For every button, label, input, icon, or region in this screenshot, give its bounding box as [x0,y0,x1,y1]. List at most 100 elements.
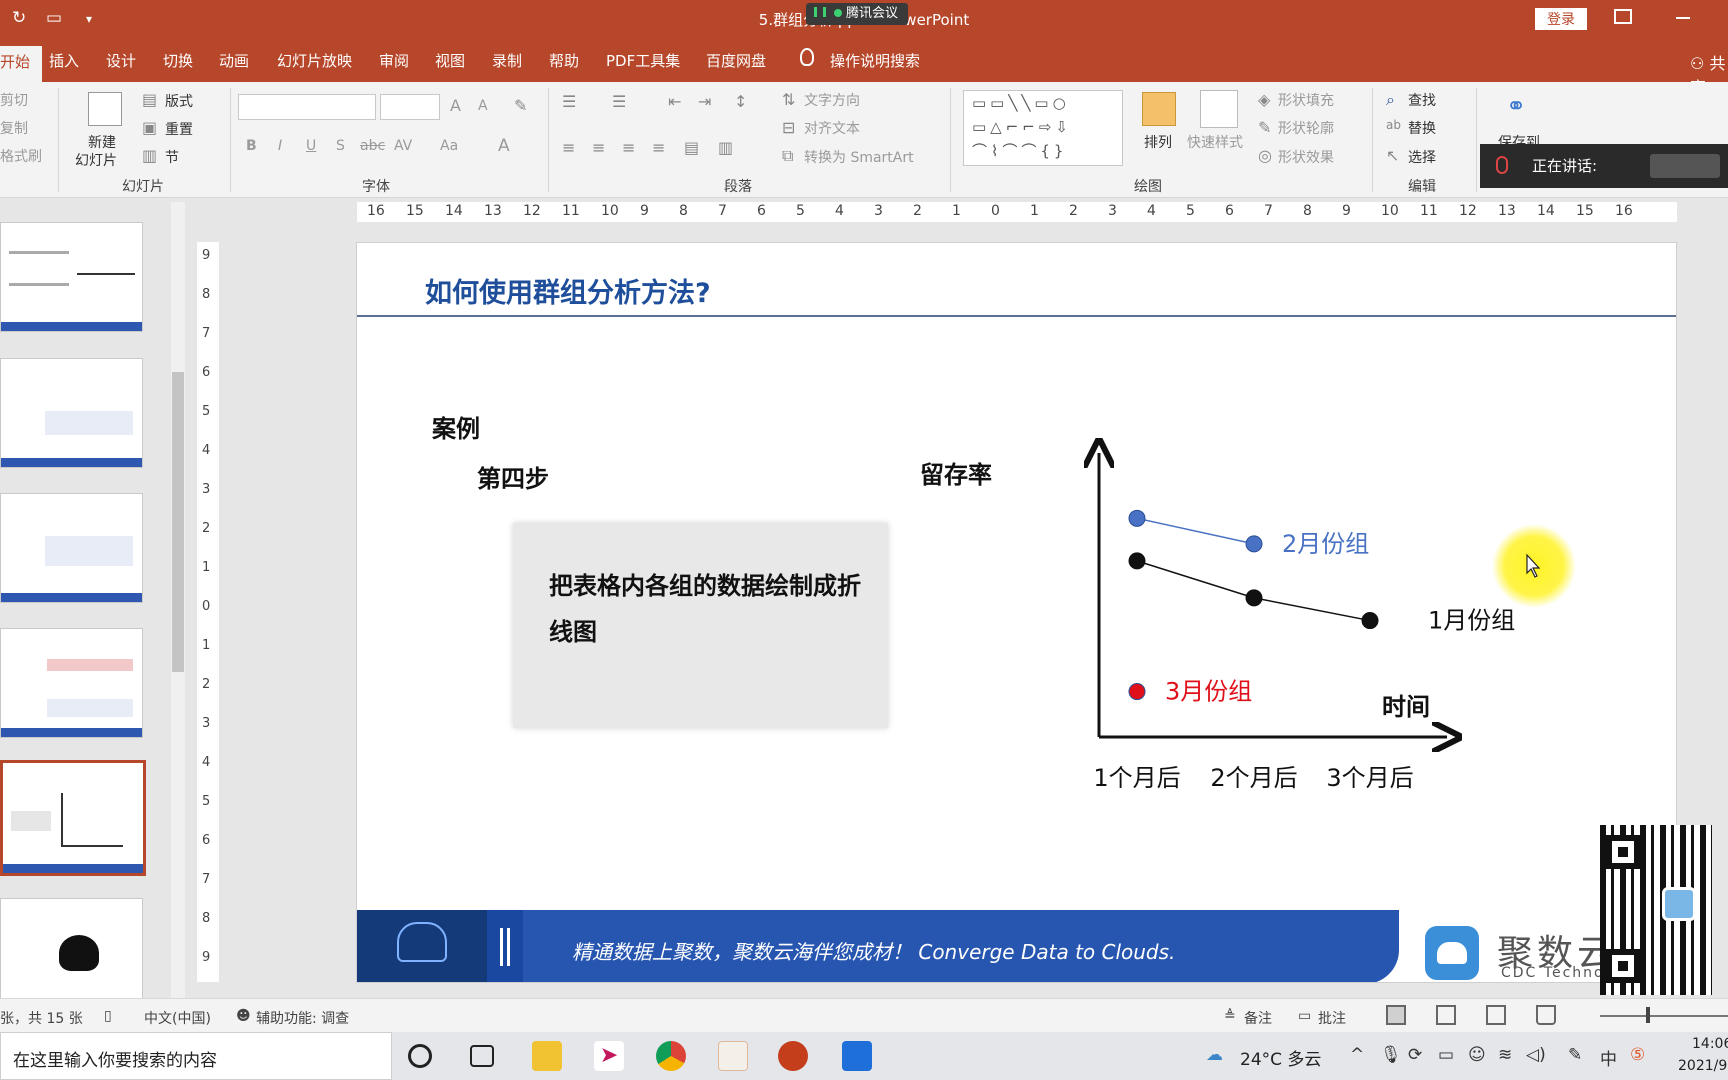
antivirus-icon[interactable]: ⑤ [1630,1045,1645,1065]
slide-thumbnail[interactable] [0,898,143,1008]
slide-thumbnail-current[interactable] [0,760,146,876]
align-right-icon[interactable]: ≡ [622,138,635,157]
slideshow-view-button[interactable] [1536,1005,1556,1025]
format-painter-button[interactable]: 格式刷 [0,146,42,166]
slide-thumbnail[interactable] [0,358,143,468]
wifi-icon[interactable]: ≋ [1498,1045,1512,1065]
font-size-combo[interactable] [380,94,440,120]
tab-insert[interactable]: 插入 [49,50,79,71]
quick-styles-button[interactable]: 快速样式 [1187,132,1243,152]
arrange-icon[interactable] [1142,92,1176,126]
reading-view-button[interactable] [1486,1005,1506,1025]
change-case-button[interactable]: Aa [440,138,458,154]
copy-button[interactable]: 复制 [0,118,28,138]
tab-review[interactable]: 审阅 [379,50,409,71]
replace-button[interactable]: 替换 [1408,118,1436,138]
shape-fill-button[interactable]: 形状填充 [1278,90,1334,110]
clock-time[interactable]: 14:06 [1692,1036,1728,1052]
cut-button[interactable]: 剪切 [0,90,28,110]
grow-font-button[interactable]: A [450,96,461,115]
tencent-meeting-icon[interactable] [842,1041,872,1071]
slide-thumbnail[interactable] [0,222,143,332]
new-slide-icon[interactable] [88,92,122,126]
align-center-icon[interactable]: ≡ [592,138,605,157]
ribbon-display-options-icon[interactable] [1614,9,1632,24]
decrease-indent-icon[interactable]: ⇤ [668,92,681,111]
bold-button[interactable]: B [246,138,257,154]
pen-icon[interactable]: ✎ [1568,1045,1582,1065]
select-button[interactable]: 选择 [1408,147,1436,167]
minimize-icon[interactable] [1676,17,1690,19]
clear-format-icon[interactable]: ✎ [514,96,527,115]
justify-icon[interactable]: ≡ [652,138,665,157]
shape-outline-button[interactable]: 形状轮廓 [1278,118,1334,138]
clock-date[interactable]: 2021/9 [1678,1058,1727,1074]
task-view-icon[interactable] [470,1045,494,1067]
new-slide-label2[interactable]: 幻灯片 [75,150,117,170]
shapes-gallery[interactable]: ▭▭╲╲▭○ ▭△⌐⌐⇨⇩ ⌒⌇⌒⌒{} [963,90,1123,166]
tab-help[interactable]: 帮助 [549,50,579,71]
sync-icon[interactable]: ⟳ [1408,1045,1422,1065]
new-slide-label1[interactable]: 新建 [88,132,116,152]
section-button[interactable]: 节 [165,147,179,167]
login-button[interactable]: 登录 [1535,8,1587,30]
slide-sorter-view-button[interactable] [1436,1005,1456,1025]
weather-text[interactable]: 24°C 多云 [1240,1045,1321,1070]
increase-indent-icon[interactable]: ⇥ [698,92,711,111]
normal-view-button[interactable] [1386,1005,1406,1025]
volume-icon[interactable]: ◁) [1526,1045,1546,1065]
slide-thumbnail[interactable] [0,628,143,738]
quick-styles-icon[interactable] [1200,90,1238,128]
text-direction-button[interactable]: 文字方向 [804,90,860,110]
send-app-icon[interactable]: ➤ [594,1041,624,1071]
notes-toggle-icon[interactable]: ▯ [104,1008,112,1024]
notes-button[interactable]: 备注 [1244,1008,1272,1028]
line-spacing-icon[interactable]: ↕ [734,92,747,111]
find-button[interactable]: 查找 [1408,90,1436,110]
numbering-icon[interactable]: ☰ [612,92,626,111]
align-left-icon[interactable]: ≡ [562,138,575,157]
retention-line-chart[interactable]: 留存率时间 1个月后 2个月后 3个月后 1月份组 2月份组 3月份组 [357,243,1677,983]
tab-slideshow[interactable]: 幻灯片放映 [277,50,352,71]
show-hidden-icons-icon[interactable]: ^ [1350,1045,1364,1065]
italic-button[interactable]: I [278,138,282,154]
tab-home[interactable]: 开始 [0,46,43,82]
columns-icon[interactable]: ▥ [718,138,733,157]
thumbnail-scrollbar[interactable] [171,202,185,998]
font-color-button[interactable]: A [498,136,510,156]
tab-baidu-netdisk[interactable]: 百度网盘 [706,50,766,71]
font-name-combo[interactable] [238,94,376,120]
tab-design[interactable]: 设计 [106,50,136,71]
zoom-slider-thumb[interactable] [1646,1007,1650,1023]
microphone-icon[interactable]: 🎙 [1380,1045,1402,1065]
tab-record[interactable]: 录制 [492,50,522,71]
bullets-icon[interactable]: ☰ [562,92,576,111]
shadow-button[interactable]: S [336,138,345,154]
tab-pdf-tools[interactable]: PDF工具集 [606,50,680,71]
convert-smartart-button[interactable]: 转换为 SmartArt [804,147,914,167]
slide-canvas[interactable]: 如何使用群组分析方法? 案例 第四步 把表格内各组的数据绘制成折线图 留存率 时间… [356,242,1677,983]
battery-icon[interactable]: ▭ [1438,1045,1454,1065]
tell-me-search[interactable]: 操作说明搜索 [830,50,920,71]
slide-thumbnail[interactable] [0,493,143,603]
taskbar-search[interactable]: 在这里输入你要搜索的内容 [0,1032,392,1080]
layout-button[interactable]: 版式 [165,91,193,111]
chrome-icon[interactable] [656,1041,686,1071]
arrange-button[interactable]: 排列 [1144,132,1172,152]
distributed-icon[interactable]: ▤ [684,138,699,157]
powerpoint-icon[interactable] [778,1041,808,1071]
file-explorer-icon[interactable] [532,1041,562,1071]
zoom-slider[interactable] [1600,1015,1728,1017]
tab-transitions[interactable]: 切换 [163,50,193,71]
character-spacing-button[interactable]: AV [394,138,412,154]
reset-button[interactable]: 重置 [165,119,193,139]
strikethrough-button[interactable]: abc [360,138,385,154]
ime-indicator[interactable]: 中 [1600,1045,1617,1070]
comments-button[interactable]: 批注 [1318,1008,1346,1028]
slide-scrollbar[interactable] [1712,198,1728,998]
tab-animations[interactable]: 动画 [219,50,249,71]
shrink-font-button[interactable]: A [478,98,488,114]
baidu-cloud-icon[interactable]: ⚭ [1506,92,1526,120]
accessibility-status[interactable]: 辅助功能: 调查 [256,1008,349,1028]
cortana-icon[interactable] [408,1044,432,1068]
